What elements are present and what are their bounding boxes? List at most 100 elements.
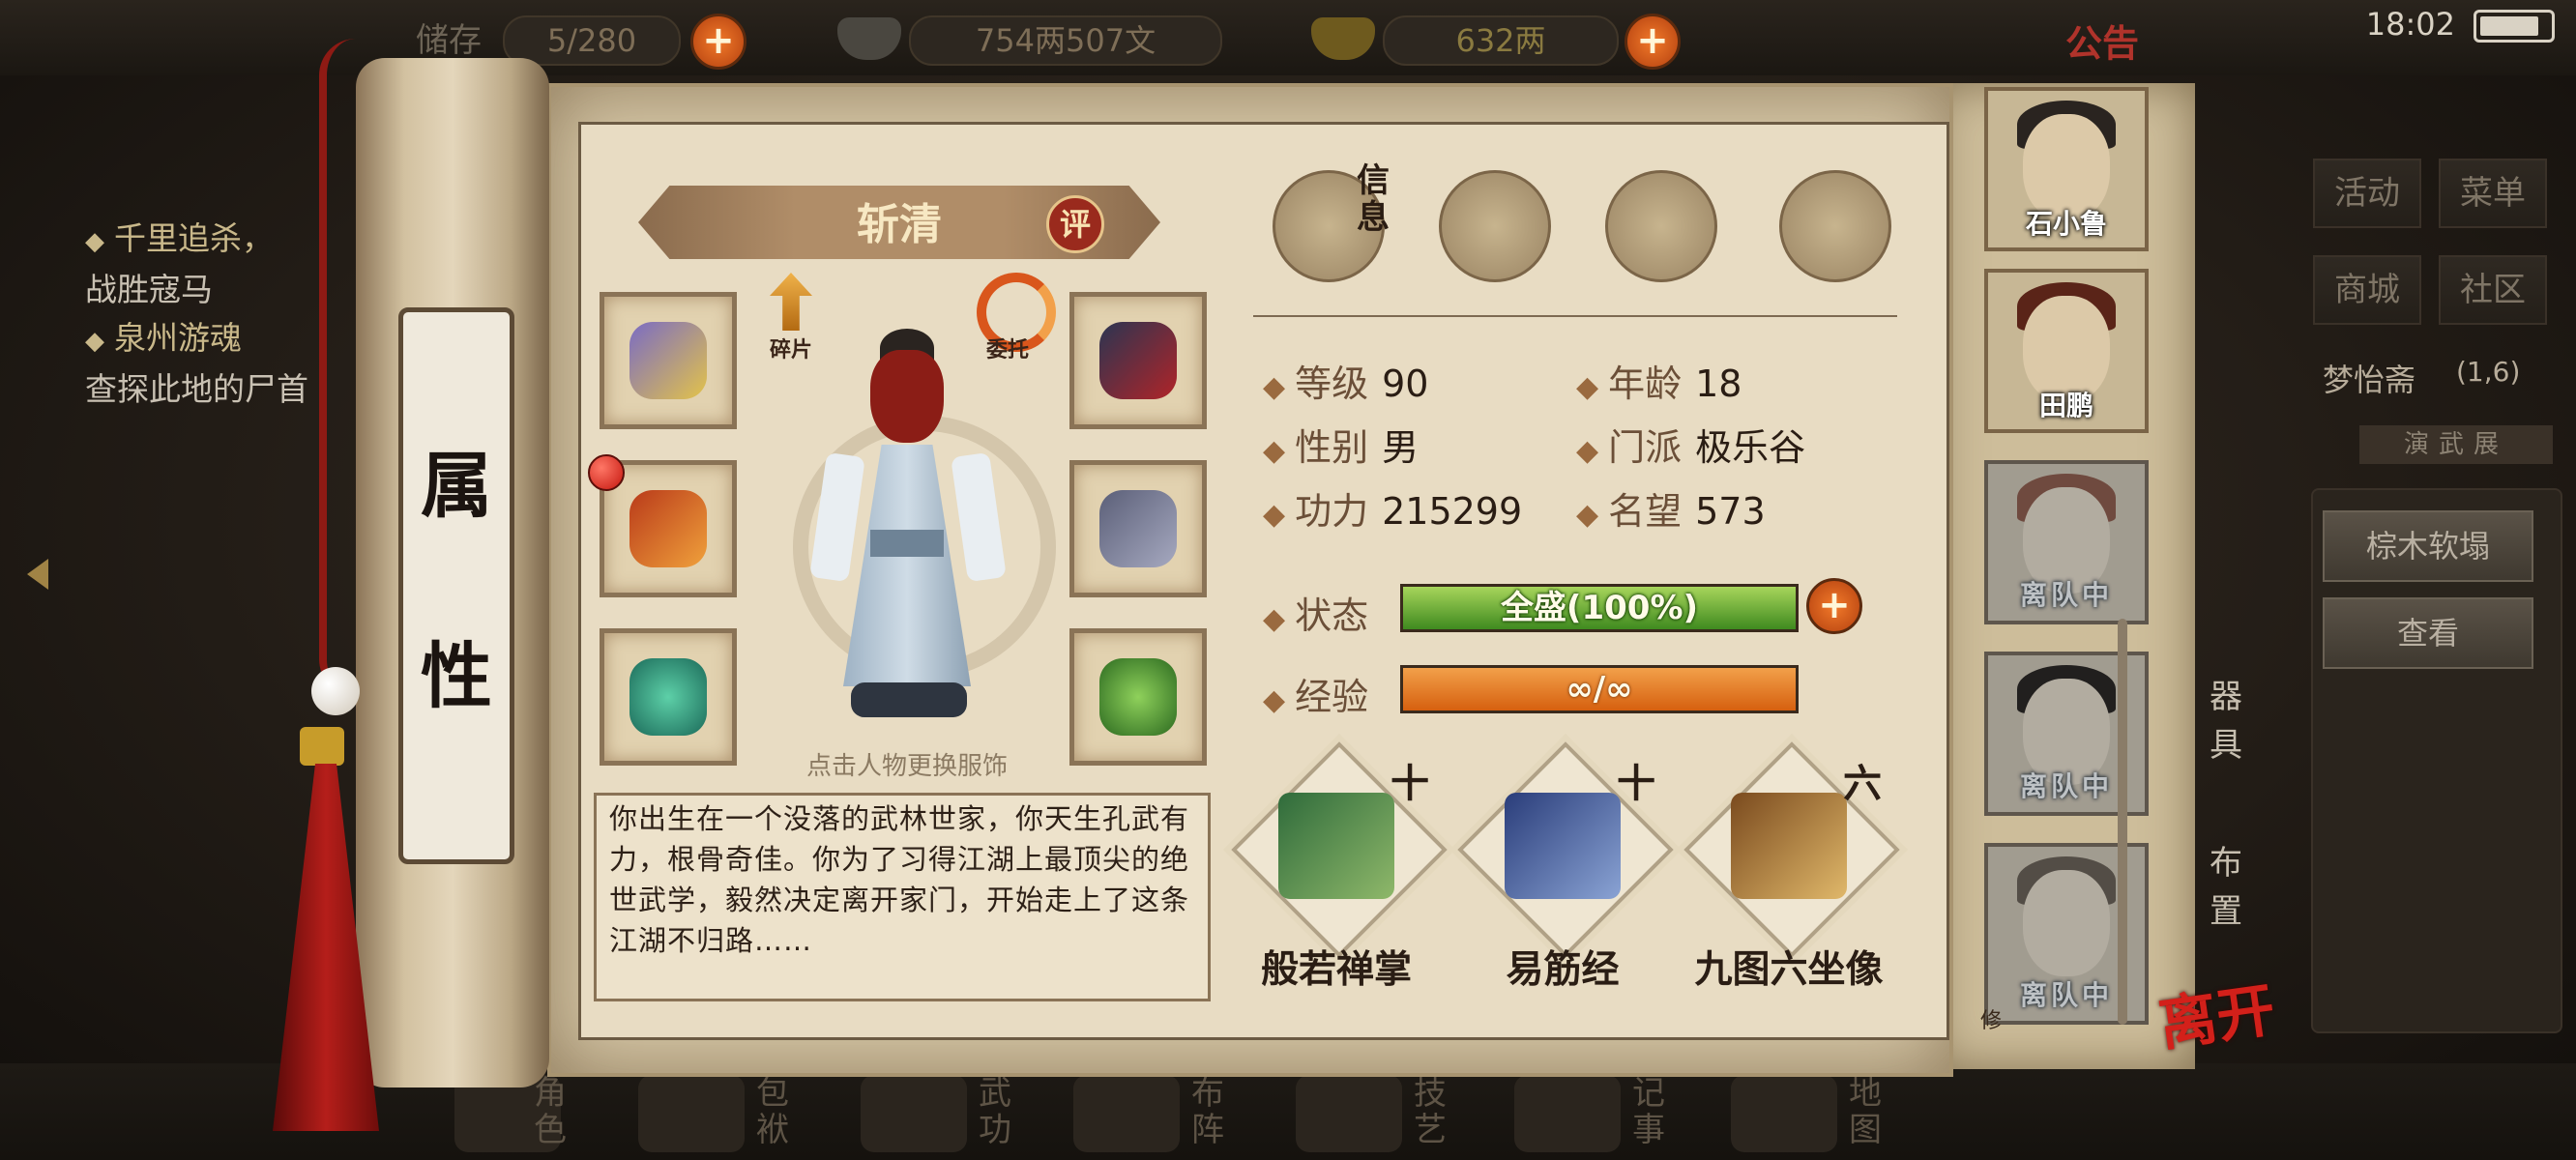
party-member[interactable]: 石小鲁 [1984,87,2149,251]
bag-nav-icon[interactable] [638,1075,745,1152]
storage-plus-button[interactable]: + [690,14,746,70]
mall-button[interactable]: 商城 [2313,255,2421,325]
info-tab-label[interactable]: 信息 [1354,162,1392,236]
attribute-tab[interactable]: 属 性 [398,307,514,864]
diamond-icon: ◆ [1263,683,1286,717]
skill-book-icon[interactable] [1731,793,1847,899]
gold-plus-button[interactable]: + [1625,14,1681,70]
diamond-icon: ◆ [1263,434,1286,468]
bed-button[interactable]: 棕木软塌 [2323,510,2533,582]
location-name: 梦怡斋 [2323,362,2416,398]
battery-icon [2474,10,2555,43]
skill-name[interactable]: 般若禅掌 [1220,940,1452,994]
nav-bag[interactable]: 包袱 [750,1075,795,1148]
mask-helmet-icon [1099,322,1177,399]
fragment-label[interactable]: 碎片 [752,333,830,363]
nav-character[interactable]: 角色 [528,1075,572,1148]
diamond-icon: ◆ [1576,370,1599,404]
commission-label[interactable]: 委托 [969,333,1046,363]
collapse-arrow-icon[interactable] [27,559,48,590]
diamond-icon: ◆ [1576,434,1599,468]
skill-level: 十 [1390,762,1429,806]
martial-arts-nav-icon[interactable] [861,1075,967,1152]
community-button[interactable]: 社区 [2439,255,2547,325]
status-plus-button[interactable]: + [1806,578,1862,634]
map-nav-icon[interactable] [1731,1075,1837,1152]
character-sash [870,530,944,557]
tassel-bead [311,667,360,715]
party-scrollbar[interactable] [2118,619,2127,1025]
character-name: 斩清 [857,200,942,249]
stat-level: ◆ 等级 90 [1263,354,1428,407]
menu-button[interactable]: 菜单 [2439,159,2547,228]
skills-nav-icon[interactable] [1296,1075,1402,1152]
activity-button[interactable]: 活动 [2313,159,2421,228]
quest-title: 泉州游魂 [114,319,242,357]
diamond-icon: ◆ [1263,370,1286,404]
evaluate-button[interactable]: 评 [1046,195,1104,253]
exp-label: ◆ 经验 [1263,667,1368,720]
bagua-icon[interactable] [1605,170,1717,282]
nav-map[interactable]: 地图 [1843,1075,1888,1148]
stat-sect: ◆ 门派 极乐谷 [1576,418,1805,471]
quest-tracker[interactable]: ◆ 千里追杀， 战胜寇马 ◆ 泉州游魂 查探此地的尸首 [85,215,308,414]
equip-slot-gloves[interactable] [600,292,737,429]
gauntlet-icon [629,322,707,399]
nav-skills[interactable]: 技艺 [1408,1075,1452,1148]
nav-formation[interactable]: 布阵 [1186,1075,1230,1148]
member-away-status: 离队中 [2019,579,2113,611]
stat-fame-value: 573 [1695,490,1766,533]
jade-ring-icon [629,658,707,736]
storage-label: 储存 [416,21,482,60]
exp-bar: ∞/∞ [1400,665,1799,713]
stat-gender: ◆ 性别男 [1263,418,1419,471]
notification-dot [588,454,625,491]
member-name: 田鹏 [2038,390,2093,421]
skill-name[interactable]: 九图六坐像 [1673,940,1905,994]
stat-fame: ◆ 名望 573 [1576,481,1766,535]
status-label-text: 状态 [1295,594,1369,637]
skill-name[interactable]: 易筋经 [1447,940,1679,994]
party-member[interactable]: 田鹏 [1984,269,2149,433]
formation-nav-icon[interactable] [1073,1075,1180,1152]
character-description: 你出生在一个没落的武林世家，你天生孔武有力，根骨奇佳。你为了习得江湖上最顶尖的绝… [609,802,1190,957]
skill-book-icon[interactable] [1278,793,1394,899]
money-counter: 754两507文 [909,15,1222,66]
character-feet [851,682,967,717]
equip-slot-armor[interactable] [1069,460,1207,597]
diamond-icon: ◆ [1576,498,1599,532]
stat-gender-value: 男 [1382,426,1420,469]
stat-level-value: 90 [1382,362,1429,405]
muscle-body-icon[interactable] [1779,170,1891,282]
gold-counter: 632两 [1383,15,1619,66]
exp-label-text: 经验 [1295,676,1369,718]
location-coords: (1,6) [2456,356,2521,388]
status-bar: 全盛(100%) [1400,584,1799,632]
character-demon-mask[interactable] [870,350,944,443]
actions-title: 演武展 [2359,425,2553,464]
attribute-tab-char: 性 [421,635,492,718]
party-member[interactable]: 离队中 [1984,460,2149,624]
clock: 18:02 [2365,6,2455,43]
equip-slot-ring[interactable] [600,628,737,766]
nav-journal[interactable]: 记事 [1626,1075,1671,1148]
diamond-icon: ◆ [1263,498,1286,532]
skill-level: 六 [1843,762,1882,806]
stat-sect-value: 极乐谷 [1695,426,1806,469]
leave-button[interactable]: 离开 [2153,963,2280,1062]
equipment-label[interactable]: 器具 [2207,673,2245,769]
jade-amulet-icon [1099,658,1177,736]
notice-button[interactable]: 公告 [2065,14,2139,67]
layout-label[interactable]: 布置 [2207,839,2245,936]
equip-slot-helmet[interactable] [1069,292,1207,429]
diamond-icon: ◆ [85,327,104,356]
journal-nav-icon[interactable] [1514,1075,1621,1152]
view-button[interactable]: 查看 [2323,597,2533,669]
diamond-icon: ◆ [1263,602,1286,636]
nav-martial-arts[interactable]: 武功 [973,1075,1017,1148]
tassel-cap [300,727,344,766]
stat-age-label: 年龄 [1608,362,1683,405]
skill-book-icon[interactable] [1505,793,1621,899]
scroll-map-icon[interactable] [1439,170,1551,282]
equip-slot-amulet[interactable] [1069,628,1207,766]
